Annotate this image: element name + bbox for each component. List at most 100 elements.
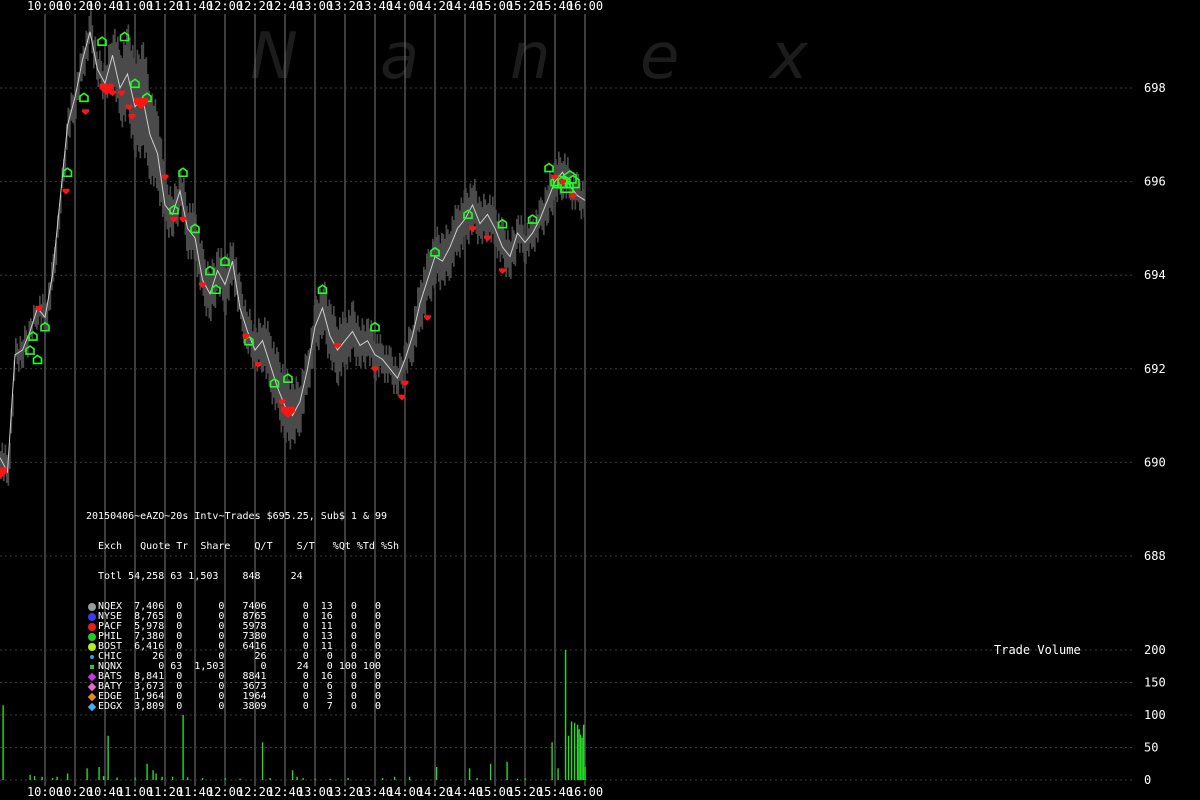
y-tick-label: 692 <box>1144 362 1166 376</box>
volume-bar <box>347 778 349 780</box>
quote-bar <box>538 200 541 229</box>
quote-bar <box>492 196 494 235</box>
volume-bar <box>329 778 331 780</box>
quote-bar <box>315 295 317 343</box>
quote-bar <box>424 269 427 317</box>
quote-bar <box>394 356 397 385</box>
quote-bar <box>519 224 521 253</box>
volume-tick-label: 100 <box>1144 708 1166 722</box>
volume-bar <box>152 770 154 780</box>
quote-bar <box>477 203 479 245</box>
watermark-letter: N <box>250 20 298 94</box>
volume-bar <box>33 776 36 780</box>
quote-bar <box>289 389 292 450</box>
exchange-symbol-icon <box>86 622 98 632</box>
volume-bar <box>201 778 204 780</box>
quote-bar <box>123 42 125 116</box>
x-tick-label-bottom: 16:00 <box>567 785 603 799</box>
quote-bar <box>88 15 91 45</box>
quote-bar <box>487 203 490 241</box>
quote-bar <box>160 138 163 203</box>
stats-header: Exch Quote Tr Share Q/T S/T %Qt %Td %Sh <box>98 541 400 552</box>
volume-bar <box>186 777 189 780</box>
stats-total: Totl 54,258 63 1,503 848 24 <box>98 571 303 582</box>
quote-bar <box>142 42 145 146</box>
quote-bar <box>415 306 418 348</box>
quote-bar <box>114 29 116 88</box>
volume-bar <box>435 767 438 780</box>
quote-bar <box>360 330 362 368</box>
quote-bar <box>366 319 368 357</box>
quote-bar <box>151 93 154 176</box>
quote-bar <box>258 318 260 360</box>
volume-bar <box>296 776 298 780</box>
volume-bar <box>506 761 508 780</box>
volume-bar <box>224 778 226 780</box>
quote-bar <box>523 234 526 263</box>
quote-bar <box>295 376 298 429</box>
exchange-symbol-icon <box>86 702 98 712</box>
quote-bar <box>529 215 532 244</box>
quote-bar <box>489 194 491 233</box>
quote-bar <box>502 220 505 259</box>
quote-bar <box>252 331 254 369</box>
quote-bar <box>273 341 275 398</box>
quote-bar <box>441 233 443 280</box>
exchange-symbol-icon <box>86 682 98 692</box>
quote-bar <box>70 92 73 121</box>
quote-bar <box>346 322 349 370</box>
exchange-symbol-icon <box>86 672 98 682</box>
volume-bar <box>261 742 264 780</box>
volume-bar <box>239 778 241 780</box>
quote-bar <box>286 368 289 433</box>
quote-bar <box>202 248 205 296</box>
quote-bar <box>24 325 26 352</box>
quote-bar <box>154 99 157 178</box>
quote-bar <box>367 318 370 356</box>
watermark-letter: n <box>510 20 551 94</box>
stats-row: EDGX 3,809 0 0 3809 0 7 0 0 <box>86 702 399 712</box>
volume-bar <box>146 763 148 780</box>
y-tick-label: 688 <box>1144 549 1166 563</box>
quote-bar <box>427 248 430 296</box>
watermark-letter: a <box>380 20 419 94</box>
volume-bar <box>134 777 136 780</box>
quote-bar <box>337 329 340 386</box>
quote-bar <box>336 326 338 383</box>
quote-bar <box>141 44 143 147</box>
quote-bar <box>333 306 335 363</box>
quote-bar <box>508 239 511 278</box>
quote-bar <box>547 185 550 223</box>
quote-bar <box>549 170 551 208</box>
volume-bar <box>107 735 109 780</box>
quote-bar <box>430 254 433 302</box>
quote-bar <box>361 318 364 356</box>
volume-bar <box>66 773 69 780</box>
quote-bar <box>454 205 457 252</box>
volume-tick-label: 0 <box>1144 773 1151 787</box>
volume-bar <box>573 722 576 780</box>
quote-bar <box>171 196 173 236</box>
quote-bar <box>399 352 401 381</box>
quote-bar <box>264 317 266 366</box>
quote-bar <box>459 210 461 258</box>
volume-bar <box>291 770 294 780</box>
stats-title: 20150406~eAZO~20s Intv~Trades $695.25, S… <box>86 511 388 522</box>
quote-bar <box>453 219 455 267</box>
quote-bar <box>327 306 329 359</box>
quote-bar <box>483 193 485 232</box>
quote-bar <box>358 326 361 366</box>
quote-bar <box>526 222 529 251</box>
volume-bar <box>408 776 411 780</box>
exchange-symbol-icon <box>86 642 98 652</box>
y-tick-label: 690 <box>1144 455 1166 469</box>
volume-bar <box>269 778 271 780</box>
quote-bar <box>385 345 388 374</box>
volume-bar <box>29 774 31 780</box>
quote-bar <box>255 327 257 366</box>
quote-bar <box>511 226 514 263</box>
quote-bar <box>187 212 190 260</box>
quote-bar <box>352 300 355 348</box>
volume-bar <box>570 721 573 780</box>
volume-bar <box>578 729 580 780</box>
